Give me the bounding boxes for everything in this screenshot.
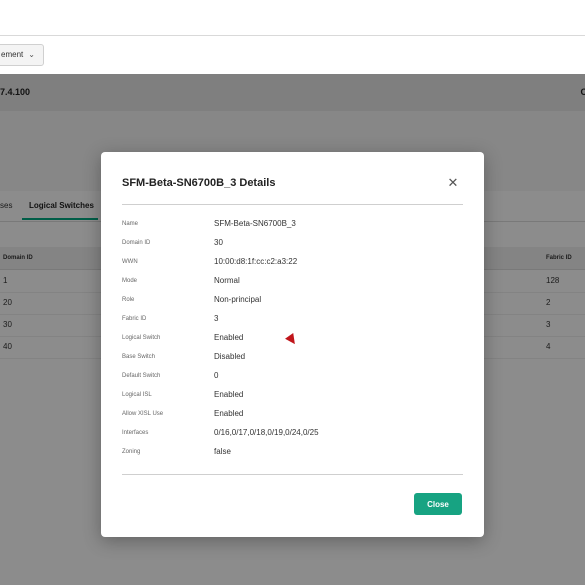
chevron-down-icon: ⌄ [28, 50, 35, 59]
footer-divider [122, 474, 463, 475]
modal-title: SFM-Beta-SN6700B_3 Details [122, 177, 276, 189]
detail-label: Domain ID [122, 240, 151, 246]
detail-row-wwn: WWN 10:00:d8:1f:cc:c2:a3:22 [122, 257, 463, 271]
detail-value: false [214, 447, 231, 456]
detail-label: Base Switch [122, 354, 156, 360]
detail-row-allow-xisl-use: Allow XISL Use Enabled [122, 409, 463, 423]
detail-label: WWN [122, 259, 138, 265]
detail-label: Allow XISL Use [122, 411, 164, 417]
detail-value: Non-principal [214, 295, 262, 304]
detail-row-mode: Mode Normal [122, 276, 463, 290]
detail-value: Enabled [214, 333, 244, 342]
detail-label: Mode [122, 278, 138, 284]
detail-row-interfaces: Interfaces 0/16,0/17,0/18,0/19,0/24,0/25 [122, 428, 463, 442]
detail-row-zoning: Zoning false [122, 447, 463, 461]
detail-label: Fabric ID [122, 316, 147, 322]
detail-value: Normal [214, 276, 240, 285]
detail-label: Role [122, 297, 135, 303]
detail-value: SFM-Beta-SN6700B_3 [214, 219, 296, 228]
detail-row-logical-isl: Logical ISL Enabled [122, 390, 463, 404]
close-button[interactable]: Close [414, 493, 462, 515]
detail-value: Disabled [214, 352, 246, 361]
management-dropdown[interactable]: ement ⌄ [0, 44, 44, 66]
detail-value: Enabled [214, 409, 244, 418]
detail-row-fabric-id: Fabric ID 3 [122, 314, 463, 328]
detail-row-default-switch: Default Switch 0 [122, 371, 463, 385]
close-icon[interactable]: ✕ [446, 176, 460, 190]
detail-value: 3 [214, 314, 219, 323]
detail-row-role: Role Non-principal [122, 295, 463, 309]
detail-row-domain-id: Domain ID 30 [122, 238, 463, 252]
detail-row-base-switch: Base Switch Disabled [122, 352, 463, 366]
detail-value: 0/16,0/17,0/18,0/19,0/24,0/25 [214, 428, 319, 437]
toolbar: ement ⌄ [0, 36, 585, 74]
management-dropdown-label: ement [1, 50, 24, 59]
detail-value: Enabled [214, 390, 244, 399]
detail-label: Interfaces [122, 430, 149, 436]
detail-value: 10:00:d8:1f:cc:c2:a3:22 [214, 257, 298, 266]
detail-label: Default Switch [122, 373, 161, 379]
detail-value: 30 [214, 238, 223, 247]
detail-label: Name [122, 221, 139, 227]
header-divider [122, 204, 463, 205]
detail-label: Zoning [122, 449, 141, 455]
detail-label: Logical ISL [122, 392, 152, 398]
detail-row-name: Name SFM-Beta-SN6700B_3 [122, 219, 463, 233]
detail-value: 0 [214, 371, 219, 380]
detail-label: Logical Switch [122, 335, 161, 341]
top-bar [0, 0, 585, 36]
